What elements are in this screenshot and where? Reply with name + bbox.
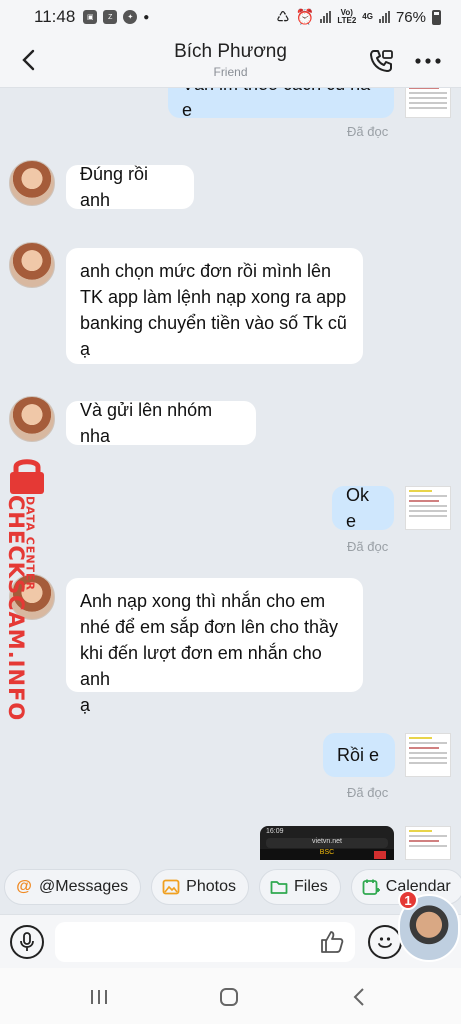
voice-message-button[interactable]	[10, 925, 44, 959]
like-button[interactable]	[318, 928, 346, 956]
composer	[0, 914, 461, 968]
recent-apps-button[interactable]	[84, 982, 114, 1012]
sent-image-thumbnail[interactable]	[405, 733, 451, 777]
smiley-icon	[378, 937, 392, 948]
home-button[interactable]	[214, 982, 244, 1012]
at-icon: @	[16, 878, 32, 895]
message-outgoing[interactable]: Rồi e	[323, 733, 395, 777]
photos-button[interactable]: Photos	[151, 869, 249, 905]
battery-icon	[432, 9, 441, 25]
phone-call-icon	[370, 50, 393, 72]
back-arrow-icon	[353, 988, 364, 1006]
message-incoming[interactable]: Đúng rồi anh	[66, 164, 194, 210]
read-receipt: Đã đọc	[347, 539, 389, 554]
screenshot-url-bar: vietvn.net	[266, 838, 388, 848]
message-outgoing[interactable]: Vẫn lm theo cách củ hả e	[168, 88, 394, 120]
emoji-button[interactable]	[368, 925, 402, 959]
notification-icons: ▣ Z ✦ ●	[83, 10, 149, 24]
messenger-icon: ✦	[123, 10, 138, 24]
calendar-icon	[362, 879, 380, 895]
message-list[interactable]: Vẫn lm theo cách củ hả e Đã đọc Đúng rồi…	[0, 88, 461, 860]
folder-icon	[270, 881, 288, 894]
system-navigation-bar	[0, 968, 461, 1024]
messages-mention-button[interactable]: @ @Messages	[4, 869, 142, 905]
more-notifications-dot: ●	[143, 11, 150, 23]
message-input[interactable]	[55, 922, 355, 962]
battery-percent: 76%	[395, 8, 426, 26]
gallery-icon: ▣	[83, 10, 98, 24]
message-outgoing[interactable]: Ok e	[332, 485, 394, 531]
message-incoming[interactable]: anh chọn mức đơn rồi mình lên TK app làm…	[66, 248, 363, 364]
message-incoming[interactable]: Và gửi lên nhóm nha	[66, 400, 256, 446]
thumbs-up-icon	[321, 931, 344, 953]
sent-image-thumbnail[interactable]	[405, 88, 451, 118]
system-back-button[interactable]	[344, 982, 374, 1012]
microphone-icon	[20, 932, 34, 951]
read-receipt: Đã đọc	[347, 124, 389, 139]
flag-icon	[374, 851, 386, 859]
sent-screenshot-preview[interactable]: 16:09 vietvn.net BSC	[260, 826, 394, 860]
signal-2-icon	[378, 11, 390, 23]
contact-avatar[interactable]	[9, 160, 55, 206]
watermark: DATA CENTER CHECKSCAM.INFO	[2, 455, 54, 722]
unread-badge: 1	[398, 890, 418, 910]
read-receipt: Đã đọc	[347, 785, 389, 800]
alarm-icon: ⏰	[295, 9, 315, 26]
watermark-title: CHECKSCAM.INFO	[4, 495, 28, 722]
files-button[interactable]: Files	[258, 869, 341, 905]
signal-icon	[320, 11, 332, 23]
contact-avatar[interactable]	[9, 396, 55, 442]
status-bar: 11:48 ▣ Z ✦ ● ♺ ⏰ Vo) LTE2 4G 76%	[0, 0, 461, 34]
volte-indicator: Vo) LTE2	[337, 8, 357, 25]
sync-icon: ♺	[276, 9, 290, 26]
more-options-button[interactable]	[410, 44, 446, 78]
more-dots-icon	[415, 58, 441, 64]
sent-image-thumbnail[interactable]	[405, 826, 451, 860]
photo-icon	[162, 879, 180, 895]
message-incoming[interactable]: Anh nạp xong thì nhắn cho em nhé để em s…	[66, 578, 363, 715]
quick-actions-bar: @ @Messages Photos Files Calendar •••	[0, 860, 461, 914]
zalo-icon: Z	[103, 10, 118, 24]
call-button[interactable]	[364, 44, 398, 78]
status-time: 11:48	[34, 7, 76, 26]
home-icon	[220, 988, 238, 1006]
sent-image-thumbnail[interactable]	[405, 486, 451, 530]
chat-header: Bích Phương Friend	[0, 34, 461, 88]
network-4g-indicator: 4G	[362, 12, 373, 21]
screenshot-time: 16:09	[266, 828, 284, 835]
contact-avatar[interactable]	[9, 242, 55, 288]
recents-icon	[91, 990, 107, 1004]
